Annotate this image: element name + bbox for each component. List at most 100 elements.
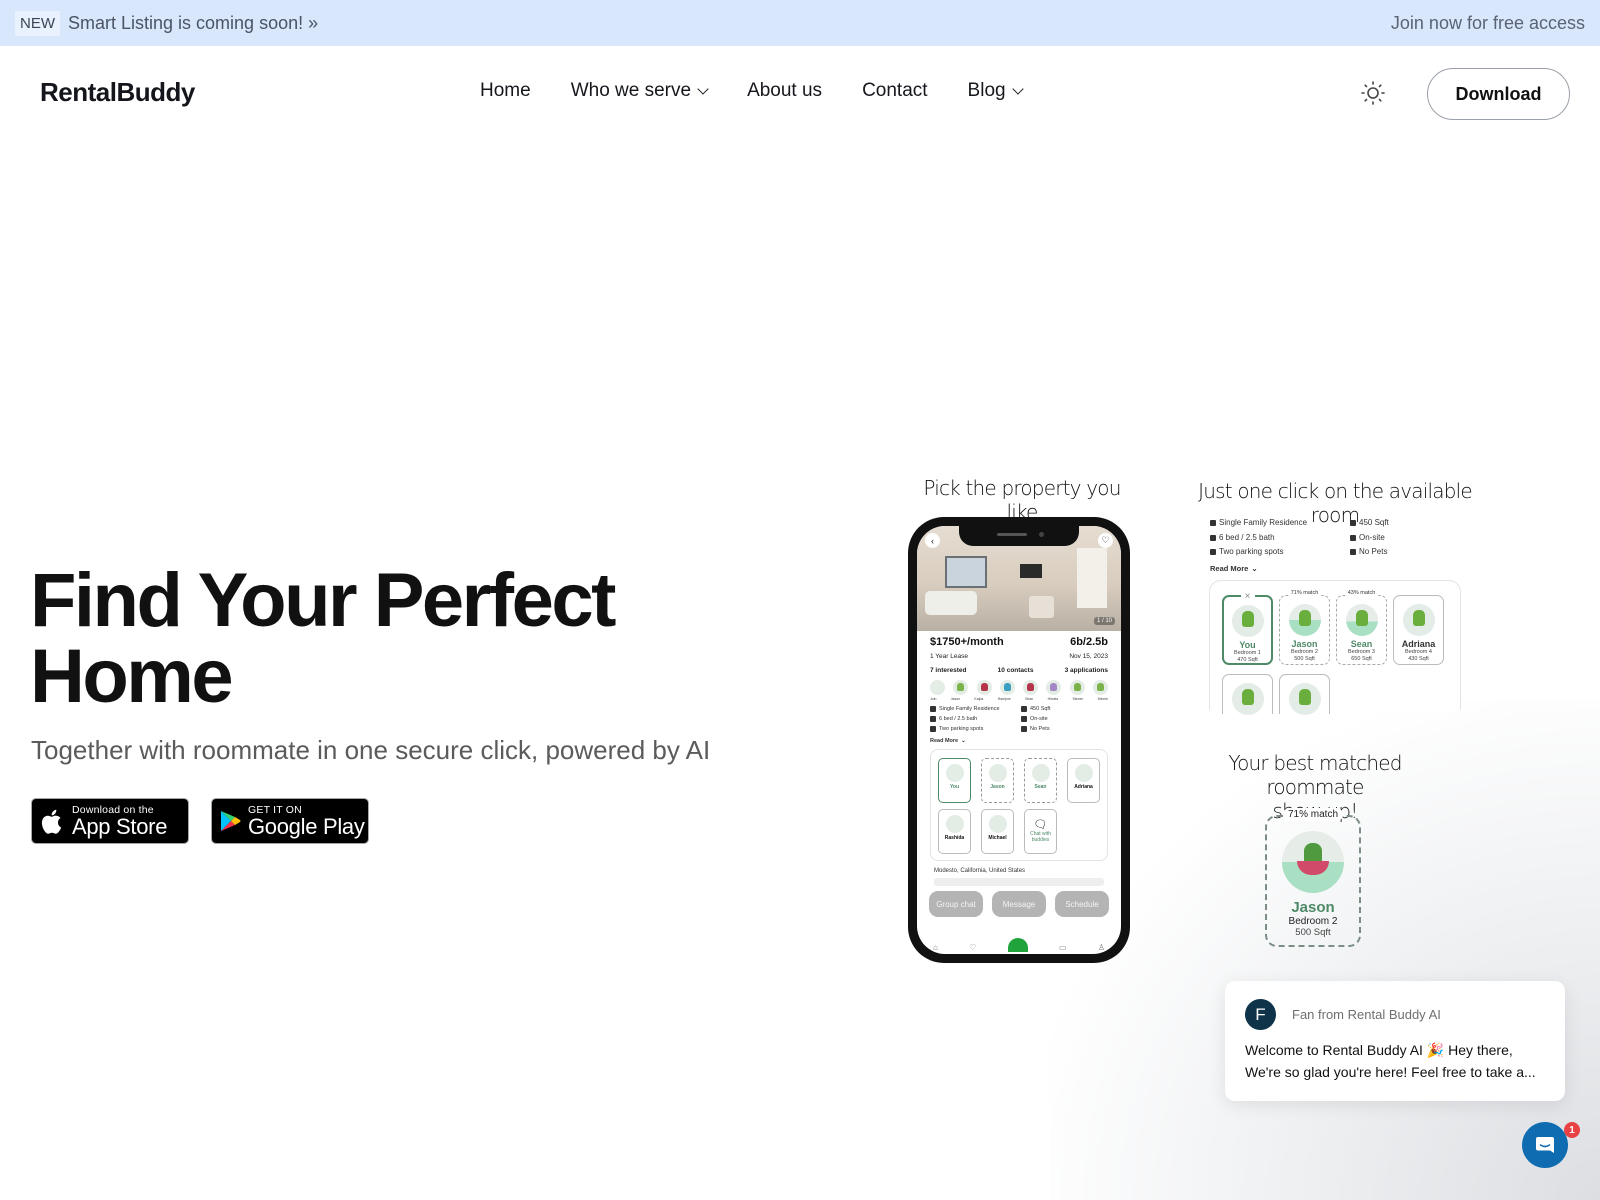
room-card[interactable]: Sean <box>1024 758 1057 803</box>
phone-location: Modesto, California, United States <box>934 868 1026 874</box>
room-card[interactable] <box>1222 674 1273 715</box>
chat-launcher-button[interactable] <box>1522 1122 1568 1168</box>
chevron-down-icon <box>1011 82 1024 95</box>
best-match-card[interactable]: 71% match Jason Bedroom 2 500 Sqft <box>1265 808 1361 947</box>
avatar[interactable] <box>1046 680 1062 695</box>
avatar-name: Minnie <box>1097 697 1108 701</box>
close-icon[interactable]: × <box>1240 589 1255 603</box>
room-bedroom: Bedroom 4 <box>1405 649 1432 655</box>
phone-rooms-box: You Jason Sean Adriana Rashida Michael 🗨… <box>930 749 1108 861</box>
feature-label: Single Family Residence <box>939 706 1000 712</box>
avatar[interactable] <box>1092 680 1108 695</box>
room-name: Adriana <box>1401 639 1436 649</box>
room-card[interactable] <box>1279 674 1330 715</box>
avatar[interactable] <box>976 680 992 695</box>
google-play-button[interactable]: GET IT ON Google Play <box>211 798 369 844</box>
buddy-home-icon[interactable] <box>1007 938 1028 952</box>
chat-buddies-label: Chat with buddies <box>1030 831 1051 843</box>
feature-label: 6 bed / 2.5 bath <box>939 716 978 722</box>
detail-read-more[interactable]: Read More ⌄ <box>1210 564 1258 573</box>
hero-subtitle: Together with roommate in one secure cli… <box>31 735 711 765</box>
app-store-big-text: App Store <box>72 813 168 839</box>
nav-item-about-us[interactable]: About us <box>747 80 822 102</box>
chat-with-buddies-card[interactable]: 🗨 Chat with buddies <box>1024 809 1057 854</box>
avatar[interactable] <box>1069 680 1085 695</box>
room-card[interactable]: Adriana Bedroom 4 430 Sqft <box>1393 595 1444 665</box>
chat-preview-card[interactable]: F Fan from Rental Buddy AI Welcome to Re… <box>1225 981 1565 1101</box>
phone-lease-row: 1 Year Lease Nov 15, 2023 <box>930 653 1108 660</box>
read-more-link[interactable]: Read More ⌄ <box>930 738 966 744</box>
message-button[interactable]: Message <box>992 891 1046 917</box>
unread-badge: 1 <box>1564 1122 1580 1138</box>
avatar[interactable] <box>930 680 945 695</box>
avatar-name: Kalpa <box>974 697 984 701</box>
search-icon <box>1021 706 1027 712</box>
nav-item-contact[interactable]: Contact <box>862 80 927 102</box>
logo[interactable]: RentalBuddy <box>40 77 195 108</box>
room-name: Jason <box>1291 639 1318 649</box>
feature-label: 450 Sqft <box>1030 706 1051 712</box>
detail-room-grid: × You Bedroom 1 470 Sqft 71% match Jason… <box>1209 580 1461 715</box>
announcement-text[interactable]: Smart Listing is coming soon! » <box>68 13 318 34</box>
roommate-name: Jason <box>1291 899 1335 916</box>
avatar[interactable] <box>999 680 1015 695</box>
feature-pets: No Pets <box>1021 726 1050 732</box>
join-link[interactable]: Join now for free access <box>1391 13 1585 34</box>
profile-icon[interactable]: ♙ <box>1098 943 1105 952</box>
nav-item-who-we-serve[interactable]: Who we serve <box>571 80 709 102</box>
feature-label: On-site <box>1359 533 1385 542</box>
match-tag: 71% match <box>1287 590 1322 596</box>
announcement-bar: NEW Smart Listing is coming soon! » Join… <box>0 0 1600 46</box>
roommate-bedroom: Bedroom 2 <box>1288 916 1338 927</box>
avatar[interactable] <box>953 680 969 695</box>
chat-icon[interactable]: ▭ <box>1059 943 1067 952</box>
read-more-label: Read More <box>930 738 959 744</box>
detail-feature-parking: Two parking spots <box>1210 547 1283 556</box>
feature-label: 450 Sqft <box>1359 518 1389 527</box>
detail-feature-sqft: 450 Sqft <box>1350 518 1389 527</box>
room-card[interactable]: 43% match Sean Bedroom 3 650 Sqft <box>1336 590 1387 665</box>
nav-item-label: Contact <box>862 80 928 101</box>
room-card[interactable]: Jason <box>981 758 1014 803</box>
chat-avatar: F <box>1245 999 1276 1030</box>
room-card[interactable]: × You Bedroom 1 470 Sqft <box>1222 589 1273 665</box>
avatar-name: Join <box>930 697 937 701</box>
nav-item-home[interactable]: Home <box>480 80 531 102</box>
bed-icon <box>1210 534 1216 541</box>
theme-toggle-button[interactable] <box>1359 79 1387 107</box>
avatar-name: Jason <box>950 697 961 701</box>
download-button[interactable]: Download <box>1427 68 1570 120</box>
avatar[interactable] <box>1023 680 1039 695</box>
room-name: You <box>949 784 960 790</box>
room-card[interactable]: You <box>938 758 971 803</box>
nav-item-label: About us <box>747 80 823 101</box>
group-chat-button[interactable]: Group chat <box>929 891 983 917</box>
washer-icon <box>1021 716 1027 722</box>
heart-icon[interactable]: ♡ <box>1098 533 1113 548</box>
avatar-name: Hirrata <box>1047 697 1059 701</box>
chat-message-line-1: Welcome to Rental Buddy AI 🎉 Hey there, <box>1245 1042 1513 1058</box>
back-icon[interactable]: ‹ <box>925 533 940 548</box>
room-card[interactable]: Rashida <box>938 809 971 854</box>
heart-icon[interactable]: ♡ <box>969 943 976 952</box>
room-sqft: 500 Sqft <box>1294 656 1315 662</box>
phone-tab-bar: ⌂ ♡ ▭ ♙ <box>933 938 1105 952</box>
announcement-link[interactable]: NEW Smart Listing is coming soon! » <box>15 10 318 36</box>
room-card[interactable]: Adriana <box>1067 758 1100 803</box>
room-name: Adriana <box>1074 784 1093 790</box>
nav-item-blog[interactable]: Blog <box>968 80 1024 102</box>
detail-feature-pets: No Pets <box>1350 547 1387 556</box>
room-bedroom: Bedroom 3 <box>1348 649 1375 655</box>
home-icon[interactable]: ⌂ <box>933 943 938 952</box>
car-icon <box>930 726 936 732</box>
room-card[interactable]: Michael <box>981 809 1014 854</box>
room-name: Jason <box>990 784 1005 790</box>
schedule-button[interactable]: Schedule <box>1055 891 1109 917</box>
phone-lease: 1 Year Lease <box>930 653 968 660</box>
room-sqft: 470 Sqft <box>1237 657 1258 663</box>
roommate-sqft: 500 Sqft <box>1295 927 1331 938</box>
room-card[interactable]: 71% match Jason Bedroom 2 500 Sqft <box>1279 590 1330 665</box>
chevron-down-icon: ⌄ <box>961 738 966 744</box>
feature-label: Two parking spots <box>939 726 984 732</box>
app-store-button[interactable]: Download on the App Store <box>31 798 189 844</box>
